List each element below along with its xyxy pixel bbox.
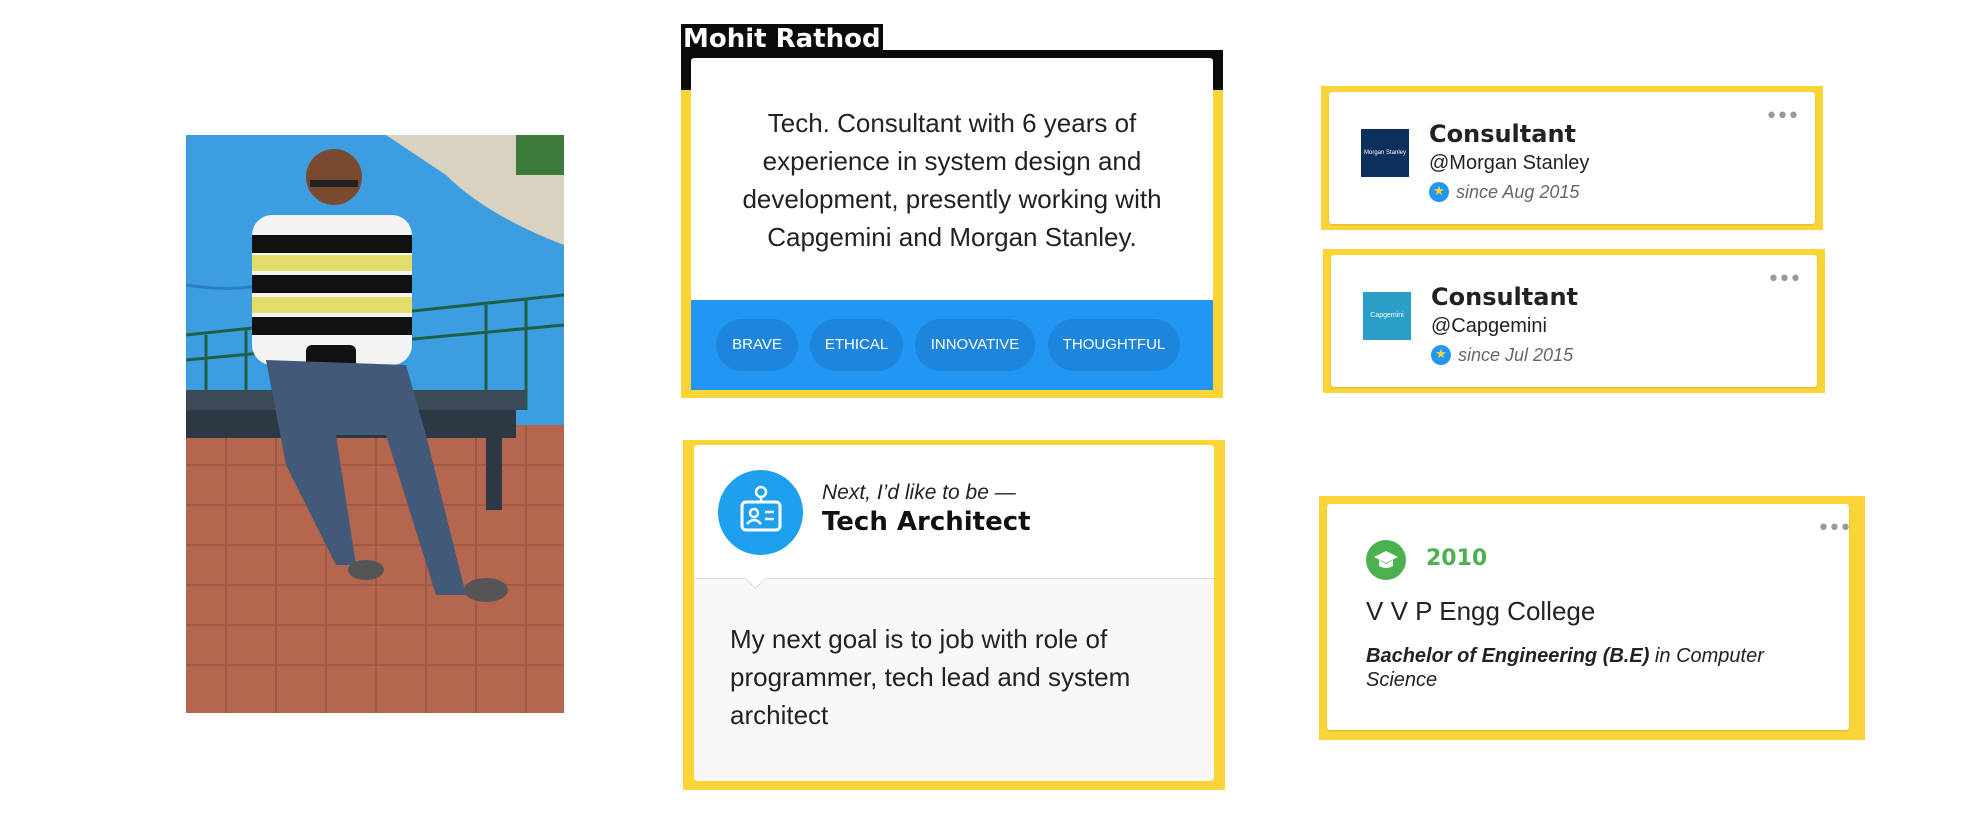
traits-bar: BRAVE ETHICAL INNOVATIVE THOUGHTFUL bbox=[691, 300, 1213, 390]
education-degree: Bachelor of Engineering (B.E) bbox=[1366, 645, 1650, 667]
capgemini-logo: Capgemini bbox=[1363, 292, 1411, 340]
education-card: 2010 V V P Engg College Bachelor of Engi… bbox=[1327, 504, 1852, 730]
more-options-icon[interactable]: ••• bbox=[1765, 106, 1800, 128]
trait-chip[interactable]: ETHICAL bbox=[810, 319, 903, 371]
job-company: @Capgemini bbox=[1431, 315, 1547, 337]
job-card: Capgemini Consultant @Capgemini ★ since … bbox=[1331, 255, 1817, 387]
goal-card-header: Next, I’d like to be — Tech Architect bbox=[694, 445, 1214, 579]
education-degree-line: Bachelor of Engineering (B.E) in Compute… bbox=[1366, 644, 1806, 692]
id-badge-icon bbox=[718, 470, 803, 555]
trait-chip[interactable]: BRAVE bbox=[716, 319, 798, 371]
job-card: Morgan Stanley Consultant @Morgan Stanle… bbox=[1329, 92, 1815, 224]
job-since: since Aug 2015 bbox=[1456, 182, 1580, 202]
education-year: 2010 bbox=[1426, 546, 1488, 571]
job-company: @Morgan Stanley bbox=[1429, 152, 1590, 174]
job-card-frame: Capgemini Consultant @Capgemini ★ since … bbox=[1323, 249, 1825, 393]
goal-kicker: Next, I’d like to be — bbox=[822, 481, 1016, 504]
more-options-icon[interactable]: ••• bbox=[1817, 518, 1852, 540]
goal-title: Tech Architect bbox=[822, 507, 1031, 537]
star-icon: ★ bbox=[1431, 345, 1451, 365]
morgan-stanley-logo: Morgan Stanley bbox=[1361, 129, 1409, 177]
profile-photo bbox=[186, 135, 564, 713]
job-title: Consultant bbox=[1431, 283, 1579, 311]
profile-card: Tech. Consultant with 6 years of experie… bbox=[691, 58, 1213, 300]
goal-description: My next goal is to job with role of prog… bbox=[730, 624, 1131, 730]
education-card-frame: 2010 V V P Engg College Bachelor of Engi… bbox=[1319, 496, 1865, 740]
job-card-frame: Morgan Stanley Consultant @Morgan Stanle… bbox=[1321, 86, 1823, 230]
education-field-prefix: in bbox=[1654, 645, 1671, 667]
profile-name: Mohit Rathod bbox=[681, 24, 883, 54]
profile-bio: Tech. Consultant with 6 years of experie… bbox=[742, 108, 1162, 252]
more-options-icon[interactable]: ••• bbox=[1767, 269, 1802, 291]
star-icon: ★ bbox=[1429, 182, 1449, 202]
trait-chip[interactable]: INNOVATIVE bbox=[915, 319, 1035, 371]
trait-chip[interactable]: THOUGHTFUL bbox=[1048, 319, 1180, 371]
graduation-cap-icon bbox=[1366, 540, 1406, 580]
job-since: since Jul 2015 bbox=[1458, 345, 1574, 365]
job-title: Consultant bbox=[1429, 120, 1577, 148]
goal-card: Next, I’d like to be — Tech Architect My… bbox=[694, 445, 1214, 781]
education-school: V V P Engg College bbox=[1366, 596, 1596, 626]
